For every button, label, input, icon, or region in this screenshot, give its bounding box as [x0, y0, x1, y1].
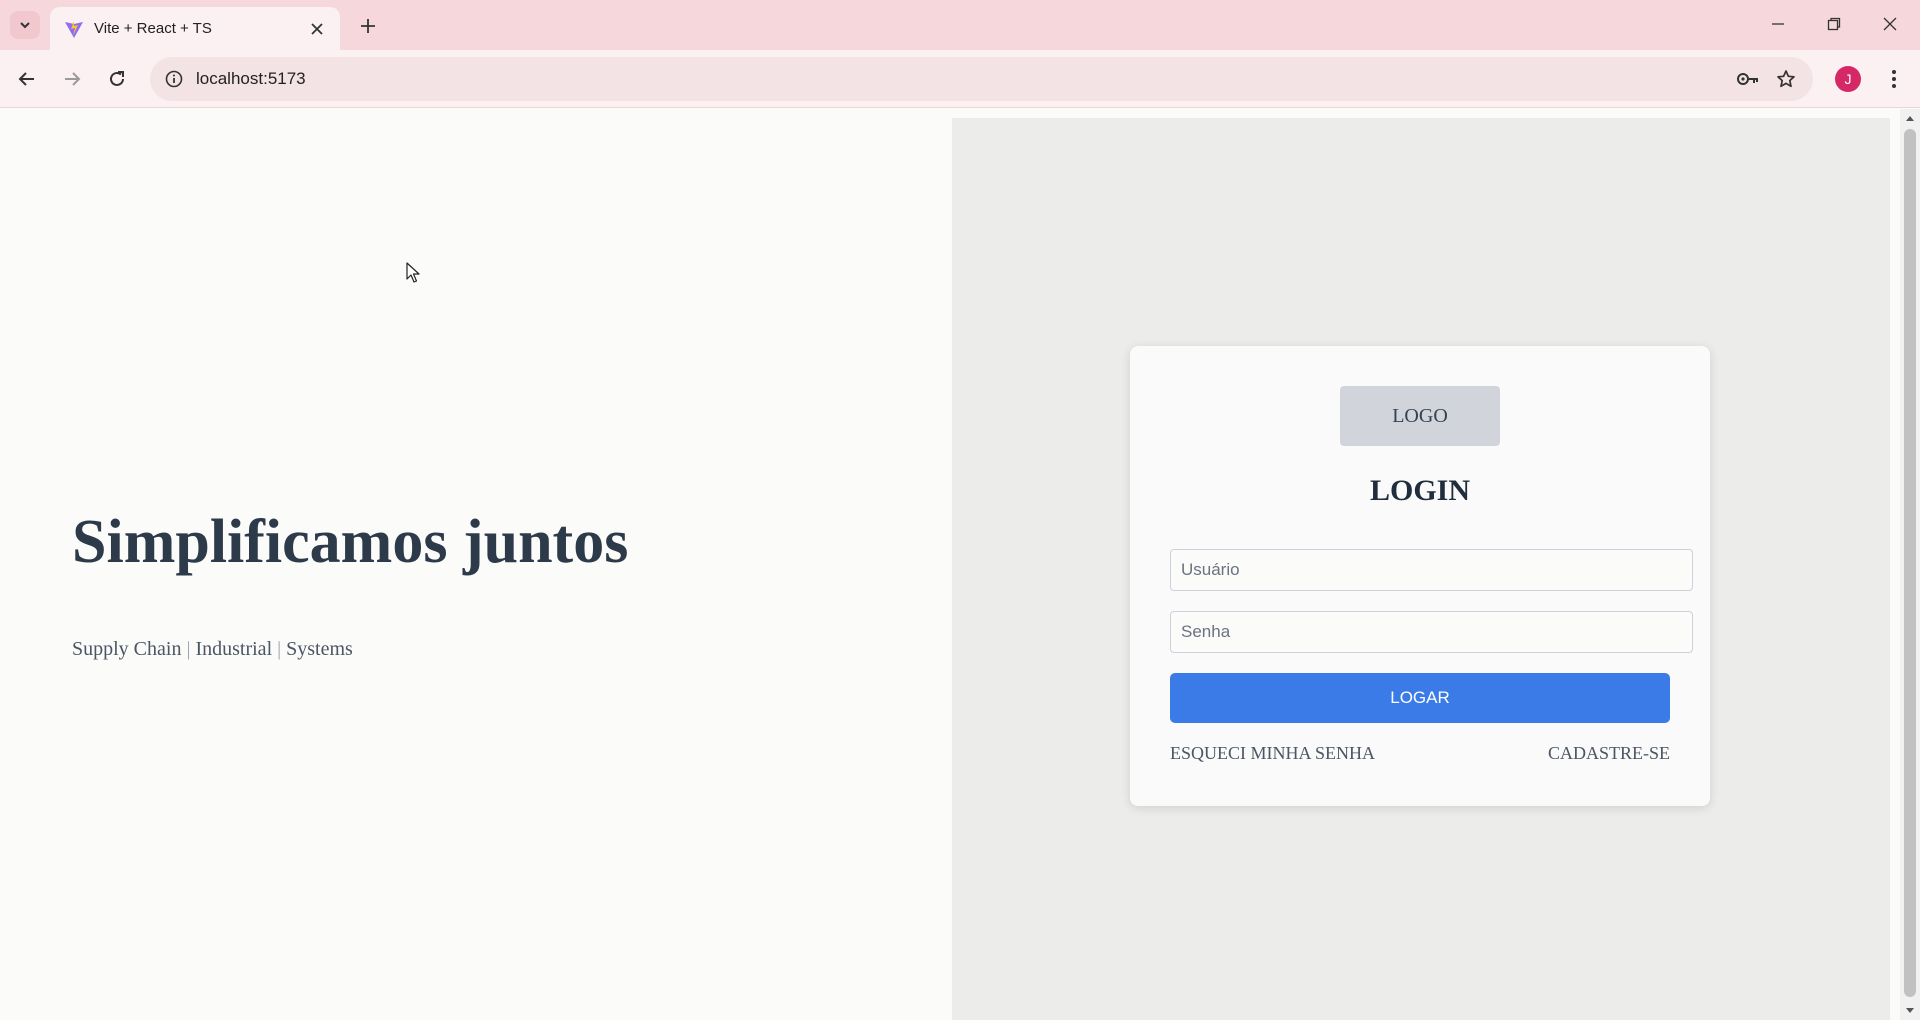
- site-info-icon[interactable]: [162, 67, 186, 91]
- chevron-down-icon: [20, 22, 30, 29]
- signup-link[interactable]: CADASTRE-SE: [1548, 743, 1670, 764]
- tagline-item: Industrial: [195, 638, 273, 660]
- tab-strip: Vite + React + TS: [0, 0, 1920, 50]
- vite-logo-icon: [64, 19, 84, 39]
- tagline-separator: |: [277, 638, 282, 660]
- tab-close-button[interactable]: [306, 18, 328, 40]
- minimize-button[interactable]: [1756, 8, 1800, 40]
- scrollbar-thumb[interactable]: [1904, 129, 1916, 997]
- browser-toolbar: localhost:5173: [0, 50, 1920, 108]
- close-window-button[interactable]: [1868, 8, 1912, 40]
- arrow-left-icon: [18, 72, 34, 86]
- login-card: LOGO LOGIN LOGAR ESQUECI MINHA SENHA CAD…: [1130, 346, 1710, 806]
- forward-button[interactable]: [55, 62, 89, 96]
- bookmark-star-icon[interactable]: [1773, 67, 1799, 91]
- reload-icon: [110, 71, 124, 86]
- password-key-icon[interactable]: [1735, 67, 1761, 91]
- back-button[interactable]: [10, 62, 44, 96]
- tagline-item: Supply Chain: [72, 638, 182, 660]
- browser-menu-button[interactable]: [1878, 62, 1910, 96]
- logo-placeholder: LOGO: [1340, 386, 1500, 446]
- address-bar[interactable]: localhost:5173: [150, 57, 1813, 101]
- page-scrollbar[interactable]: [1900, 109, 1920, 1020]
- mouse-cursor-icon: [406, 262, 420, 283]
- restore-button[interactable]: [1812, 8, 1856, 40]
- kebab-menu-icon: [1892, 70, 1896, 88]
- reload-button[interactable]: [100, 62, 134, 96]
- password-input[interactable]: [1170, 611, 1693, 653]
- browser-tab[interactable]: Vite + React + TS: [50, 7, 340, 50]
- url-text[interactable]: localhost:5173: [196, 69, 306, 89]
- restore-icon: [1827, 17, 1841, 31]
- tab-search-button[interactable]: [10, 11, 40, 39]
- new-tab-button[interactable]: [354, 12, 382, 40]
- hero-headline: Simplificamos juntos: [72, 508, 629, 576]
- plus-icon: [361, 19, 375, 33]
- arrow-right-icon: [65, 72, 81, 86]
- hero-panel: Simplificamos juntos Supply Chain | Indu…: [0, 109, 952, 1020]
- scroll-down-arrow-icon[interactable]: [1900, 1004, 1920, 1018]
- minimize-icon: [1772, 23, 1784, 25]
- tagline-separator: |: [186, 638, 191, 660]
- scroll-up-arrow-icon[interactable]: [1900, 111, 1920, 125]
- close-icon: [1883, 17, 1897, 31]
- tab-title: Vite + React + TS: [94, 20, 212, 37]
- page-viewport: Simplificamos juntos Supply Chain | Indu…: [0, 109, 1900, 1020]
- username-input[interactable]: [1170, 549, 1693, 591]
- tagline-item: Systems: [286, 638, 353, 660]
- profile-avatar[interactable]: J: [1835, 66, 1861, 92]
- close-icon: [311, 22, 323, 35]
- login-title: LOGIN: [1369, 474, 1471, 507]
- login-button[interactable]: LOGAR: [1170, 673, 1670, 723]
- hero-tagline: Supply Chain | Industrial | Systems: [72, 638, 353, 661]
- forgot-password-link[interactable]: ESQUECI MINHA SENHA: [1170, 743, 1375, 764]
